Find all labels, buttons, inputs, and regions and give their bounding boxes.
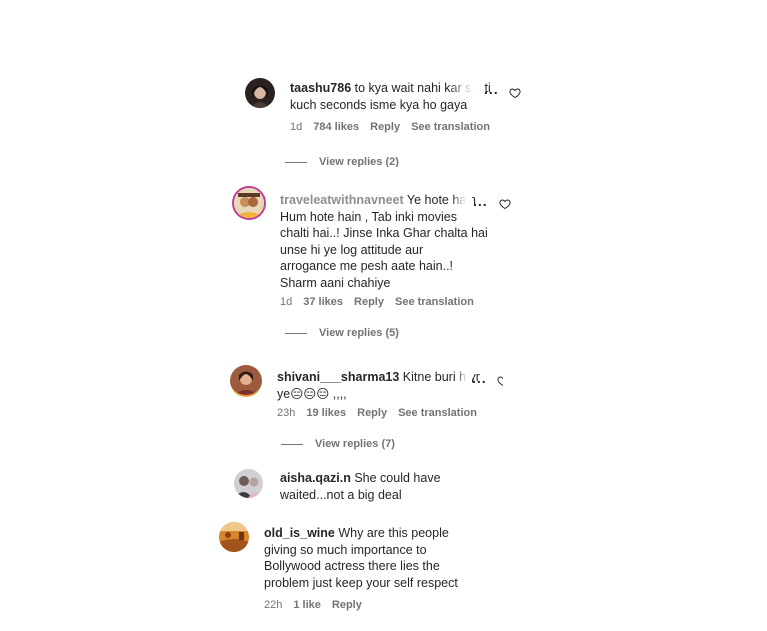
comment-line: unse hi ye log attitude aur bbox=[280, 242, 424, 257]
avatar-photo bbox=[219, 522, 249, 552]
comment-meta: 22h 1 like Reply bbox=[264, 599, 362, 611]
avatar[interactable] bbox=[230, 365, 262, 397]
see-translation-button[interactable]: See translation bbox=[395, 296, 474, 308]
likes-count[interactable]: 19 likes bbox=[306, 407, 346, 419]
avatar[interactable] bbox=[245, 78, 275, 108]
avatar-photo bbox=[234, 469, 263, 498]
comment-time[interactable]: 1d bbox=[280, 296, 292, 308]
comment-line: kuch seconds isme kya ho gaya bbox=[290, 97, 468, 112]
view-replies-button[interactable]: View replies (5) bbox=[285, 327, 399, 339]
divider bbox=[285, 332, 307, 334]
divider bbox=[285, 161, 307, 163]
avatar[interactable] bbox=[219, 522, 249, 552]
comment-line: Sharm aani chahiye bbox=[280, 275, 391, 290]
comment-line: chalti hai..! Jinse Inka Ghar chalta hai bbox=[280, 226, 488, 240]
avatar-photo bbox=[230, 365, 262, 395]
comment-text: aisha.qazi.n She could have waited...not… bbox=[280, 470, 480, 503]
comment-username[interactable]: shivani___sharma13 bbox=[277, 370, 399, 384]
reply-button[interactable]: Reply bbox=[370, 121, 400, 133]
comment-line: She could have bbox=[354, 471, 441, 485]
comment-line: problem just keep your self respect bbox=[264, 575, 458, 590]
see-translation-button[interactable]: See translation bbox=[411, 121, 490, 133]
comment-meta: 1d 37 likes Reply See translation bbox=[280, 296, 474, 308]
comment-line: arrogance me pesh aate hain..! bbox=[280, 259, 454, 273]
more-options-icon[interactable]: ... bbox=[484, 81, 499, 97]
comment-time[interactable]: 1d bbox=[290, 121, 302, 133]
heart-icon[interactable] bbox=[499, 198, 511, 210]
reply-button[interactable]: Reply bbox=[332, 599, 362, 611]
reply-button[interactable]: Reply bbox=[354, 296, 384, 308]
avatar[interactable] bbox=[234, 469, 263, 498]
comment-time[interactable]: 22h bbox=[264, 599, 282, 611]
heart-icon[interactable] bbox=[497, 375, 503, 387]
comment-meta: 23h 19 likes Reply See translation bbox=[277, 407, 477, 419]
truncation-fade bbox=[456, 369, 472, 387]
comment-line: Bollywood actress there lies the bbox=[264, 559, 440, 573]
comment-text: old_is_wine Why are this people giving s… bbox=[264, 525, 484, 591]
likes-count[interactable]: 784 likes bbox=[313, 121, 359, 133]
heart-icon[interactable] bbox=[509, 87, 521, 99]
comment-meta: 1d 784 likes Reply See translation bbox=[290, 121, 490, 133]
comment-username[interactable]: aisha.qazi.n bbox=[280, 471, 351, 485]
see-translation-button[interactable]: See translation bbox=[398, 407, 477, 419]
comment-line: waited...not a big deal bbox=[280, 487, 402, 502]
comment-username[interactable]: traveleatwithnavneet bbox=[280, 193, 404, 207]
divider bbox=[281, 443, 303, 445]
view-replies-label: View replies (7) bbox=[315, 438, 395, 450]
avatar-photo bbox=[245, 78, 275, 108]
comment-line: Why are this people bbox=[338, 526, 449, 540]
likes-count[interactable]: 37 likes bbox=[303, 296, 343, 308]
comment-line: giving so much importance to bbox=[264, 542, 427, 557]
more-options-icon[interactable]: ... bbox=[473, 193, 488, 209]
avatar[interactable] bbox=[232, 186, 266, 220]
view-replies-button[interactable]: View replies (7) bbox=[281, 438, 395, 450]
truncation-fade bbox=[448, 80, 484, 98]
comment-username[interactable]: taashu786 bbox=[290, 81, 351, 95]
view-replies-button[interactable]: View replies (2) bbox=[285, 156, 399, 167]
comment-line: Hum hote hain , Tab inki movies bbox=[280, 209, 457, 224]
comment-line: ye😑😑😑 ,,,, bbox=[277, 386, 347, 401]
comment-time[interactable]: 23h bbox=[277, 407, 295, 419]
view-replies-label: View replies (2) bbox=[319, 156, 399, 167]
view-replies-label: View replies (5) bbox=[319, 327, 399, 339]
replies-clip: View replies (2) bbox=[280, 152, 480, 167]
comment-username[interactable]: old_is_wine bbox=[264, 526, 335, 540]
reply-button[interactable]: Reply bbox=[357, 407, 387, 419]
likes-count[interactable]: 1 like bbox=[293, 599, 321, 611]
more-options-icon[interactable]: ... bbox=[472, 370, 487, 386]
avatar-photo bbox=[234, 188, 264, 218]
truncation-fade bbox=[452, 192, 472, 210]
